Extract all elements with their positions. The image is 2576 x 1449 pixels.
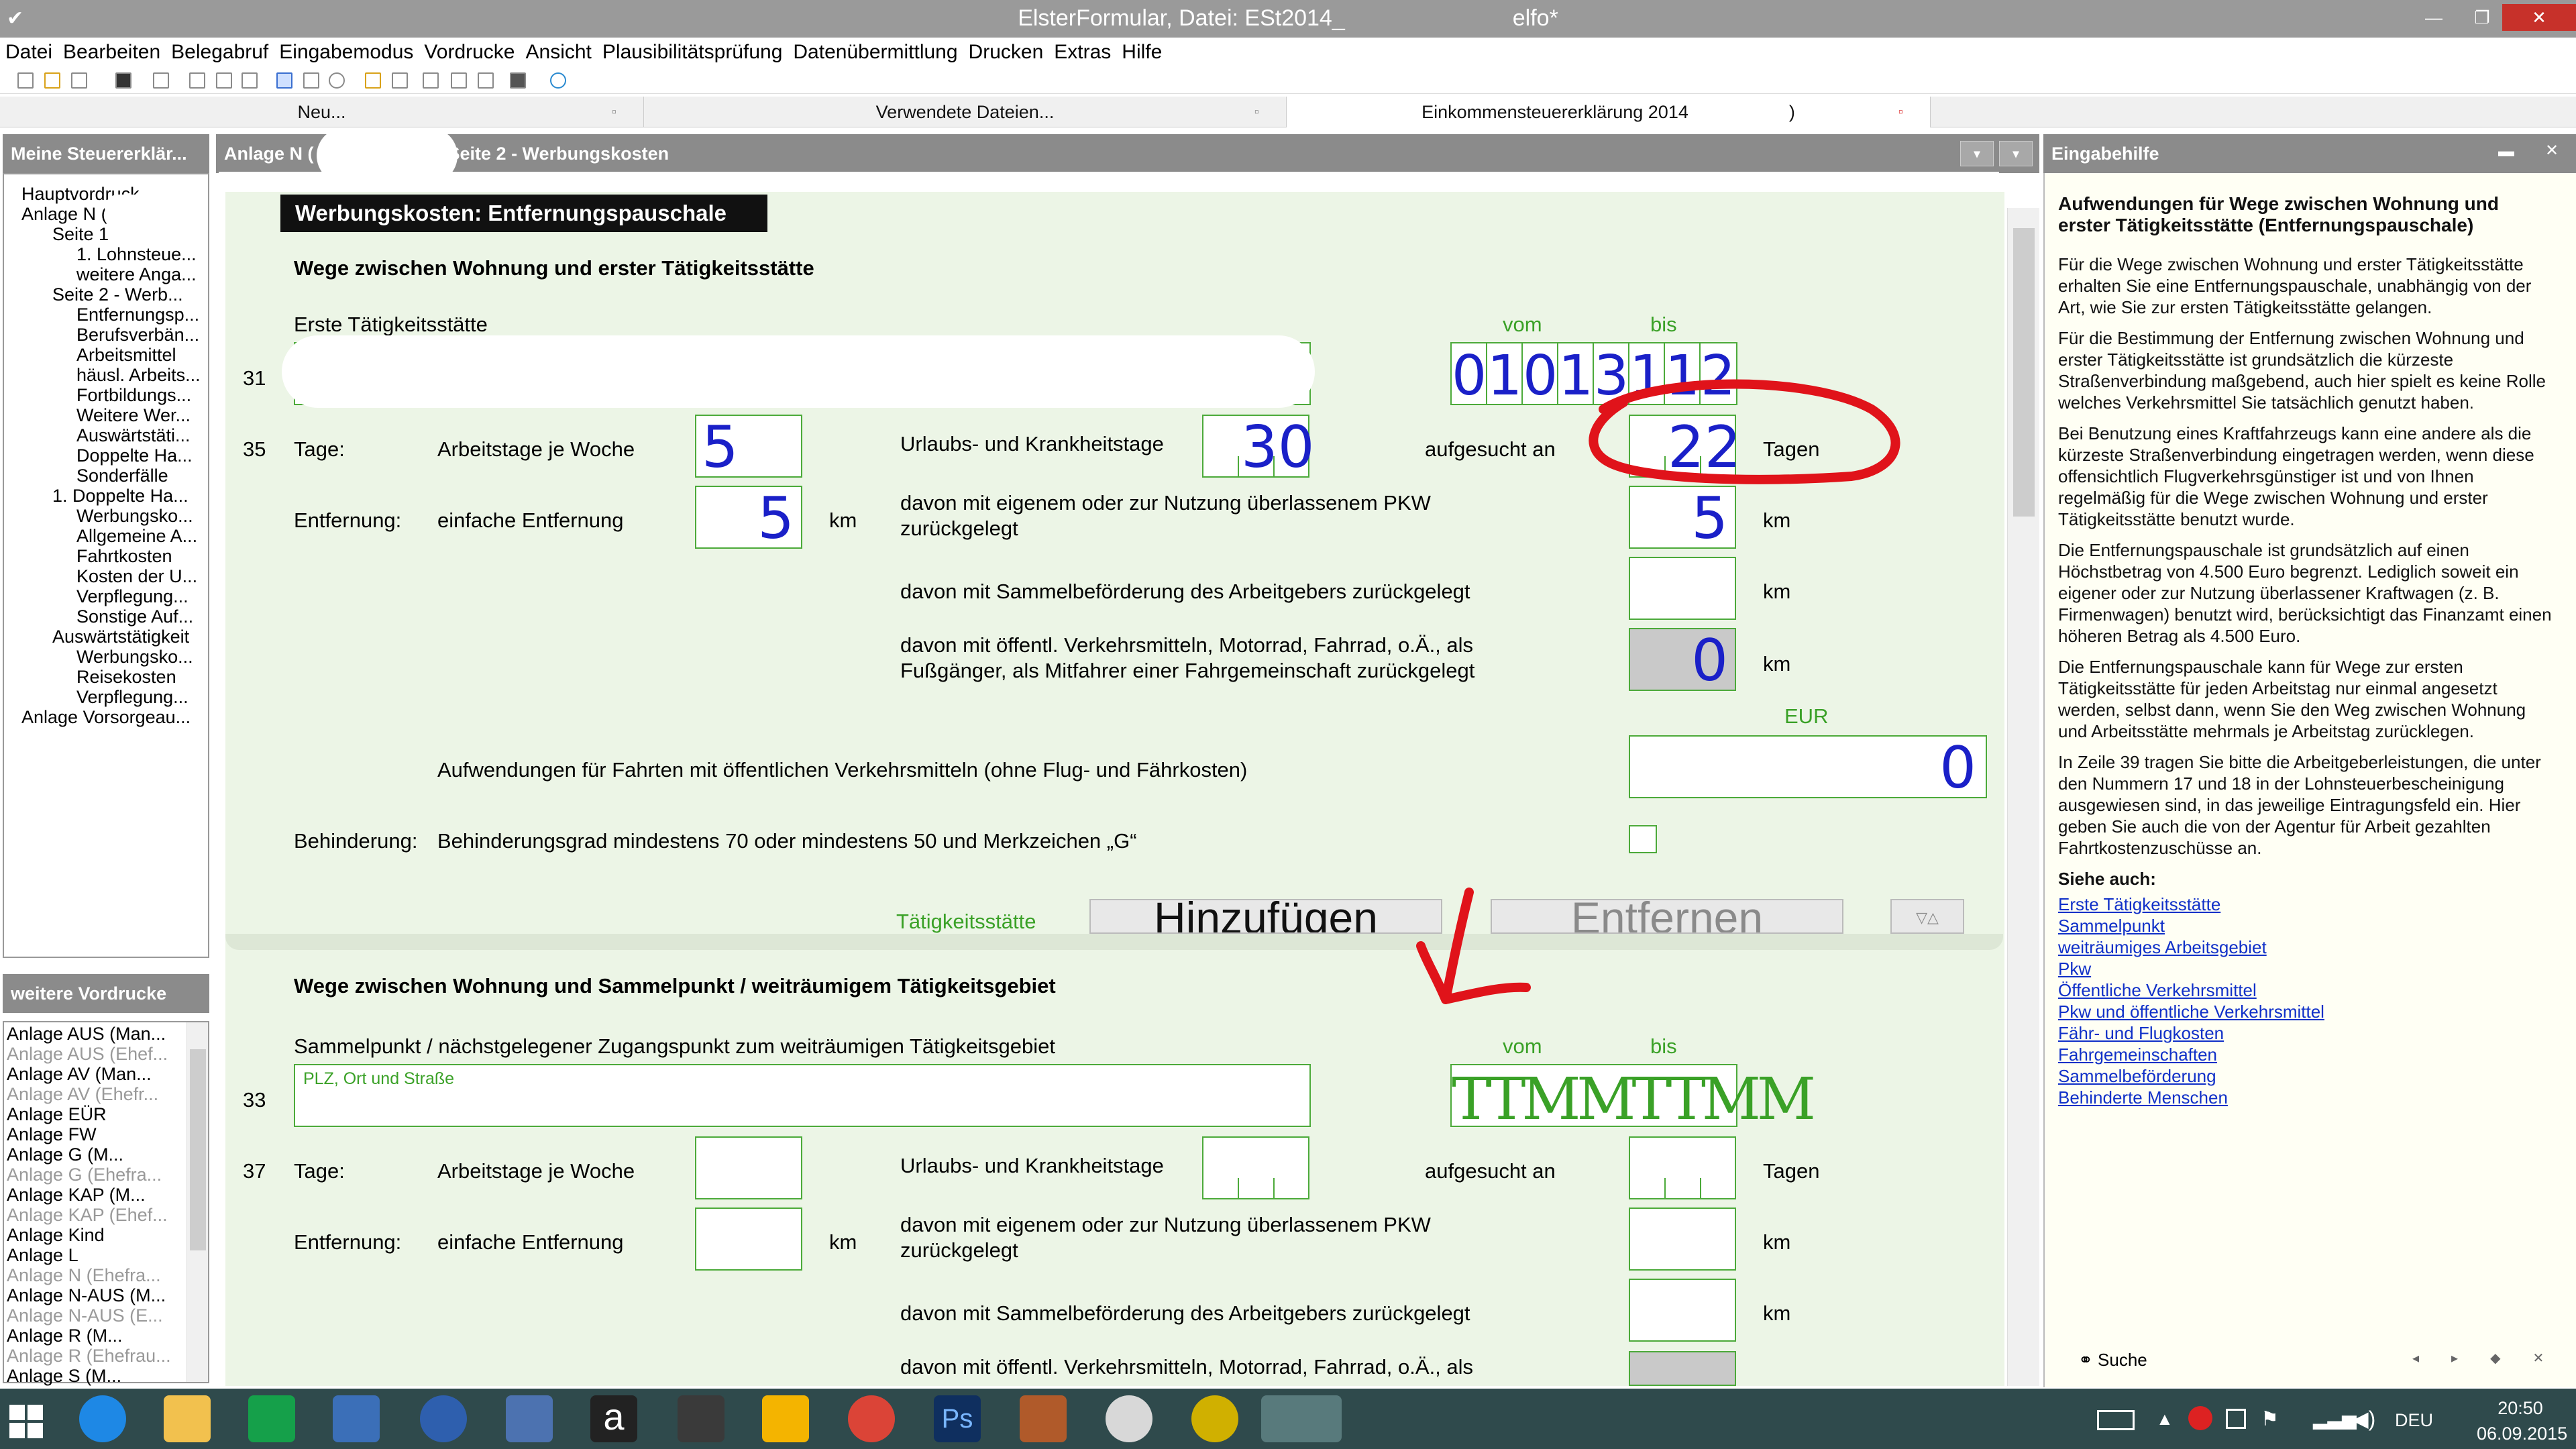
help-title: Aufwendungen für Wege zwischen Wohnung u… <box>2058 193 2499 235</box>
tray-app-icon[interactable] <box>2188 1406 2212 1430</box>
explorer-icon[interactable] <box>164 1395 211 1442</box>
store-icon[interactable] <box>248 1395 295 1442</box>
paint-icon[interactable] <box>1106 1395 1152 1442</box>
see-also-label: Siehe auch: <box>2058 869 2156 889</box>
help-link[interactable]: Sammelbeförderung <box>2058 1065 2555 1087</box>
help-link[interactable]: Behinderte Menschen <box>2058 1087 2555 1108</box>
photoshop-icon[interactable]: Ps <box>934 1395 981 1442</box>
drive-icon[interactable] <box>762 1395 809 1442</box>
evernote-icon[interactable] <box>678 1395 724 1442</box>
keyboard-icon[interactable] <box>2097 1410 2135 1430</box>
network-icon[interactable]: ▂▃▅ <box>2313 1407 2357 1430</box>
apps-icon[interactable] <box>420 1395 467 1442</box>
red-circle-annotation <box>1589 379 1900 484</box>
help-link[interactable]: Fähr- und Flugkosten <box>2058 1022 2555 1044</box>
help-link[interactable]: Sammelpunkt <box>2058 915 2555 936</box>
ie-icon[interactable] <box>79 1395 126 1442</box>
tray-box-icon[interactable] <box>2226 1409 2246 1429</box>
tools-icon[interactable] <box>1020 1395 1067 1442</box>
globe-icon[interactable] <box>1191 1395 1238 1442</box>
help-link[interactable]: Fahrgemeinschaften <box>2058 1044 2555 1065</box>
help-paragraph: In Zeile 39 tragen Sie bitte die Arbeitg… <box>2058 752 2541 858</box>
elster-icon[interactable] <box>1261 1395 1342 1442</box>
flag-icon[interactable]: ⚑ <box>2261 1407 2279 1431</box>
help-paragraph: Bei Benutzung eines Kraftfahrzeugs kann … <box>2058 423 2534 529</box>
help-header: Eingabehilfe <box>2043 134 2576 173</box>
clock-date[interactable]: 06.09.2015 <box>2477 1424 2567 1444</box>
help-nav[interactable]: ◂▸◆✕ <box>2412 1350 2576 1366</box>
help-paragraph: Für die Bestimmung der Entfernung zwisch… <box>2058 328 2546 413</box>
help-panel: Aufwendungen für Wege zwischen Wohnung u… <box>2043 173 2576 1387</box>
chat-icon[interactable] <box>506 1395 553 1442</box>
clock-time[interactable]: 20:50 <box>2477 1398 2564 1419</box>
chrome-icon[interactable] <box>848 1395 895 1442</box>
red-arrow-annotation <box>1416 888 1531 1004</box>
help-search[interactable]: ⚭ Suche <box>2078 1350 2147 1371</box>
tray-arrow-icon[interactable]: ▲ <box>2156 1409 2174 1430</box>
minimize-panel-icon[interactable]: ▬ <box>2498 142 2514 161</box>
help-link[interactable]: weiträumiges Arbeitsgebiet <box>2058 936 2555 958</box>
binoculars-icon: ⚭ <box>2078 1350 2093 1370</box>
taskbar: a Ps ▲ ⚑ ▂▃▅ ◀) DEU 20:50 06.09.2015 <box>0 1389 2576 1449</box>
language-indicator[interactable]: DEU <box>2395 1410 2433 1431</box>
help-link[interactable]: Pkw <box>2058 958 2555 979</box>
help-link[interactable]: Pkw und öffentliche Verkehrsmittel <box>2058 1001 2555 1022</box>
help-link[interactable]: Erste Tätigkeitsstätte <box>2058 894 2555 915</box>
help-link[interactable]: Öffentliche Verkehrsmittel <box>2058 979 2555 1001</box>
volume-icon[interactable]: ◀) <box>2352 1406 2375 1432</box>
help-paragraph: Für die Wege zwischen Wohnung und erster… <box>2058 254 2532 317</box>
amazon-icon[interactable]: a <box>590 1395 637 1442</box>
remote-icon[interactable] <box>333 1395 380 1442</box>
help-paragraph: Die Entfernungspauschale kann für Wege z… <box>2058 657 2526 741</box>
start-button[interactable] <box>9 1405 43 1438</box>
help-paragraph: Die Entfernungspauschale ist grundsätzli… <box>2058 540 2552 646</box>
close-panel-icon[interactable]: ✕ <box>2545 141 2559 160</box>
